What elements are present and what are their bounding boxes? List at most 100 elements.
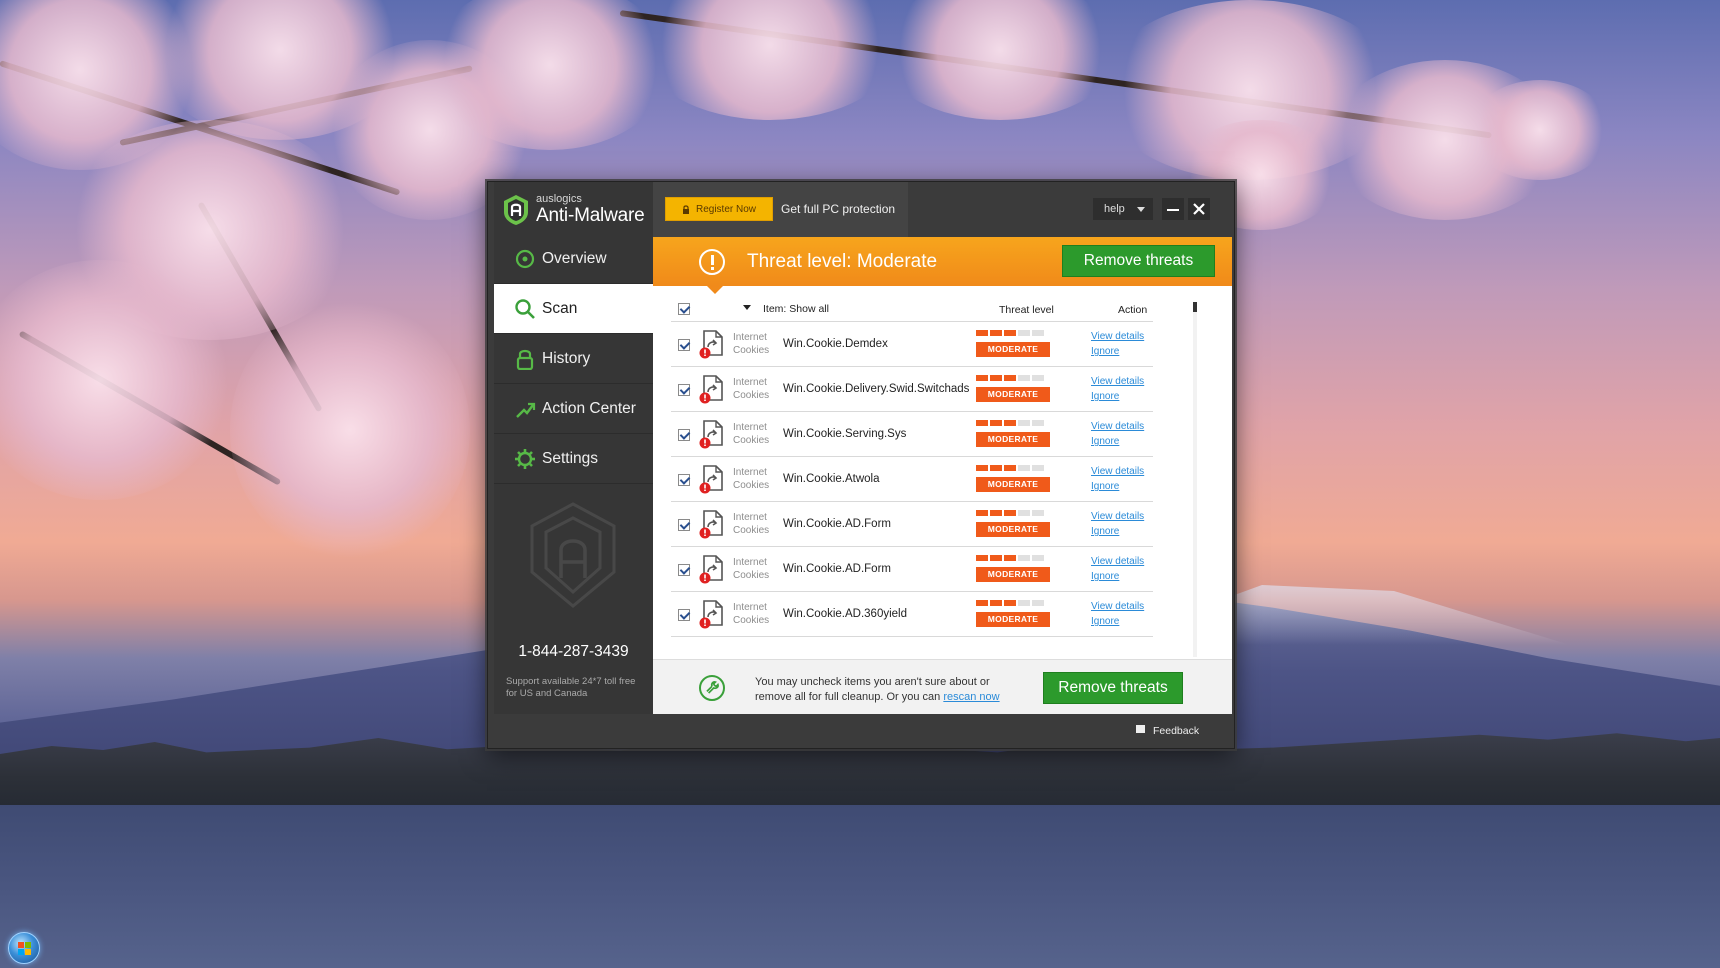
row-checkbox[interactable] xyxy=(678,429,690,441)
threat-meter-segment xyxy=(976,600,988,606)
sidebar-item-action-center[interactable]: Action Center xyxy=(494,384,653,434)
sidebar-item-history[interactable]: History xyxy=(494,334,653,384)
arrows-icon xyxy=(516,402,536,418)
help-dropdown[interactable]: help xyxy=(1093,198,1153,220)
threat-category: Internet Cookies xyxy=(733,511,783,537)
brand-company: auslogics xyxy=(536,193,582,205)
ignore-link[interactable]: Ignore xyxy=(1091,391,1119,402)
threat-category: Internet Cookies xyxy=(733,601,783,627)
threat-level-badge: MODERATE xyxy=(976,387,1050,402)
threat-meter-segment xyxy=(1004,375,1016,381)
threat-category-line1: Internet xyxy=(733,332,767,343)
threat-list: Internet Cookies Win.Cookie.Demdex MODER… xyxy=(653,321,1203,661)
footer-panel: You may uncheck items you aren't sure ab… xyxy=(653,659,1232,714)
threat-name: Win.Cookie.AD.Form xyxy=(783,563,891,575)
table-row: Internet Cookies Win.Cookie.Serving.Sys … xyxy=(671,411,1153,456)
view-details-link[interactable]: View details xyxy=(1091,556,1144,567)
file-threat-icon xyxy=(699,330,723,359)
view-details-link[interactable]: View details xyxy=(1091,421,1144,432)
threat-meter-segment xyxy=(976,330,988,336)
row-checkbox[interactable] xyxy=(678,384,690,396)
sidebar-item-settings[interactable]: Settings xyxy=(494,434,653,484)
rescan-now-link[interactable]: rescan now xyxy=(943,691,999,703)
threat-meter-segment xyxy=(990,375,1002,381)
view-details-link[interactable]: View details xyxy=(1091,466,1144,477)
column-header-action: Action xyxy=(1118,304,1148,316)
threat-meter-segment xyxy=(1004,465,1016,471)
threat-meter-segment xyxy=(1018,465,1030,471)
threat-level-badge: MODERATE xyxy=(976,432,1050,447)
threat-category-line1: Internet xyxy=(733,602,767,613)
ignore-link[interactable]: Ignore xyxy=(1091,346,1119,357)
row-checkbox[interactable] xyxy=(678,339,690,351)
row-checkbox[interactable] xyxy=(678,609,690,621)
register-now-button[interactable]: Register Now xyxy=(665,197,773,221)
view-details-link[interactable]: View details xyxy=(1091,601,1144,612)
sort-arrow-icon[interactable] xyxy=(743,305,751,310)
close-button[interactable] xyxy=(1188,198,1210,220)
sidebar-item-scan[interactable]: Scan xyxy=(494,284,653,334)
threat-meter-segment xyxy=(990,420,1002,426)
threat-meter-segment xyxy=(1004,555,1016,561)
blossom-cluster xyxy=(230,300,470,560)
threat-meter-segment xyxy=(976,510,988,516)
file-threat-icon xyxy=(699,600,723,629)
row-checkbox[interactable] xyxy=(678,474,690,486)
padlock-icon xyxy=(516,349,534,370)
register-now-label: Register Now xyxy=(695,203,757,215)
threat-name: Win.Cookie.AD.360yield xyxy=(783,608,908,620)
table-row: Internet Cookies Win.Cookie.Atwola MODER… xyxy=(671,456,1153,501)
table-row: Internet Cookies Win.Cookie.Delivery.Swi… xyxy=(671,366,1153,411)
view-details-link[interactable]: View details xyxy=(1091,331,1144,342)
ignore-link[interactable]: Ignore xyxy=(1091,616,1119,627)
blossom-cluster xyxy=(1470,80,1610,180)
footer-message: You may uncheck items you aren't sure ab… xyxy=(755,675,1015,705)
view-details-link[interactable]: View details xyxy=(1091,511,1144,522)
threat-meter-segment xyxy=(1018,600,1030,606)
threat-name: Win.Cookie.Demdex xyxy=(783,338,888,350)
remove-threats-button-top[interactable]: Remove threats xyxy=(1062,245,1215,277)
windows-start-button[interactable] xyxy=(8,932,40,964)
results-scrollbar[interactable] xyxy=(1193,302,1197,657)
remove-threats-button-bottom[interactable]: Remove threats xyxy=(1043,672,1183,704)
minimize-button[interactable] xyxy=(1162,198,1184,220)
circle-dot-icon xyxy=(515,249,535,269)
threat-meter-segment xyxy=(1018,330,1030,336)
file-threat-icon xyxy=(699,465,723,494)
threat-name: Win.Cookie.Serving.Sys xyxy=(783,428,907,440)
close-icon xyxy=(1193,203,1205,215)
ignore-link[interactable]: Ignore xyxy=(1091,526,1119,537)
column-header-item[interactable]: Item: Show all xyxy=(763,303,829,315)
select-all-checkbox[interactable] xyxy=(678,303,690,315)
top-bar: Register Now Get full PC protection help xyxy=(653,182,1234,237)
threat-level-badge: MODERATE xyxy=(976,342,1050,357)
threat-meter-segment xyxy=(990,510,1002,516)
scrollbar-thumb[interactable] xyxy=(1193,302,1197,312)
promo-text: Get full PC protection xyxy=(781,202,896,216)
threat-level-badge: MODERATE xyxy=(976,567,1050,582)
view-details-link[interactable]: View details xyxy=(1091,376,1144,387)
blossom-cluster xyxy=(640,0,900,120)
threat-meter-segment xyxy=(1032,375,1044,381)
ignore-link[interactable]: Ignore xyxy=(1091,436,1119,447)
threat-meter-segment xyxy=(990,465,1002,471)
threat-meter-segment xyxy=(1032,420,1044,426)
threat-meter-segment xyxy=(1018,375,1030,381)
threat-name: Win.Cookie.Atwola xyxy=(783,473,880,485)
ignore-link[interactable]: Ignore xyxy=(1091,481,1119,492)
threat-category-line2: Cookies xyxy=(733,480,770,491)
threat-meter-segment xyxy=(1032,465,1044,471)
ignore-link[interactable]: Ignore xyxy=(1091,571,1119,582)
threat-level-meter xyxy=(976,600,1048,608)
threat-meter-segment xyxy=(1004,420,1016,426)
threat-category-line2: Cookies xyxy=(733,615,770,626)
row-checkbox[interactable] xyxy=(678,519,690,531)
threat-category-line1: Internet xyxy=(733,512,767,523)
lake xyxy=(0,805,1720,968)
row-checkbox[interactable] xyxy=(678,564,690,576)
shield-watermark-icon xyxy=(530,502,616,608)
feedback-link[interactable]: Feedback xyxy=(1136,725,1199,737)
sidebar-item-overview[interactable]: Overview xyxy=(494,234,653,284)
threat-category-line2: Cookies xyxy=(733,570,770,581)
threat-meter-segment xyxy=(1032,330,1044,336)
